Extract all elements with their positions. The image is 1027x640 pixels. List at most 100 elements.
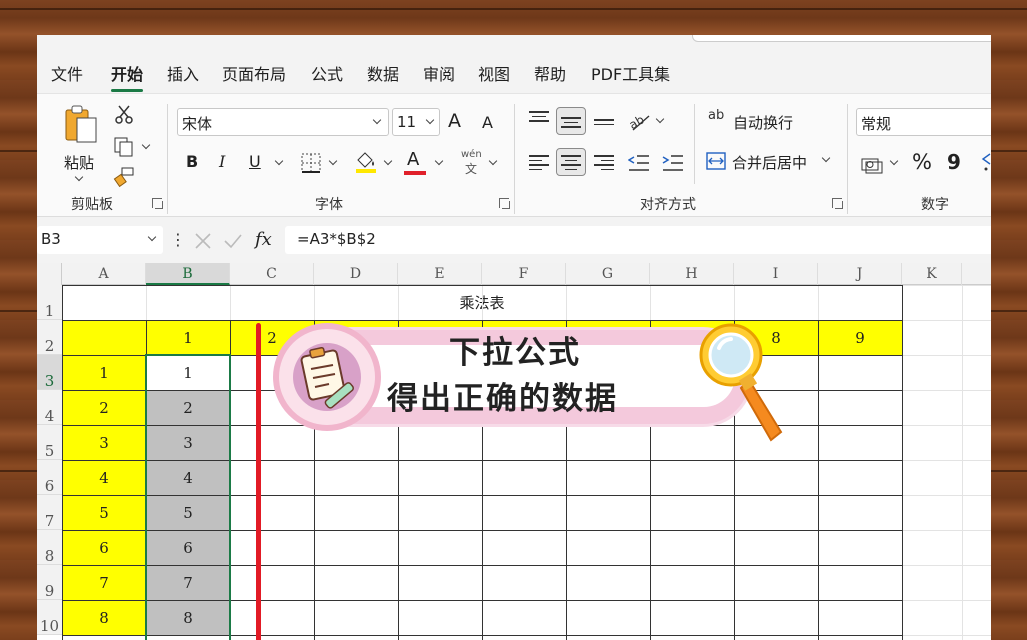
- comma-style-button[interactable]: 9: [947, 150, 961, 174]
- italic-button[interactable]: I: [219, 152, 225, 171]
- cancel-icon[interactable]: [194, 232, 212, 250]
- font-name-select[interactable]: 宋体: [177, 108, 389, 136]
- merge-center-button[interactable]: 合并后居中: [706, 150, 836, 176]
- sheet-grid[interactable]: ABCDEFGHIJK 12345678910 乘法表1234567891122…: [37, 263, 991, 640]
- align-left-icon[interactable]: [529, 152, 549, 173]
- chevron-down-icon[interactable]: [274, 156, 284, 166]
- row-header-7[interactable]: 7: [37, 495, 62, 530]
- row-header-10[interactable]: 10: [37, 600, 62, 635]
- more-options-icon[interactable]: ⋮: [170, 230, 186, 249]
- dialog-launcher-icon[interactable]: [152, 198, 163, 209]
- column-header-a[interactable]: A: [62, 263, 146, 285]
- menu-view[interactable]: 视图: [478, 61, 510, 85]
- name-box[interactable]: B3: [37, 226, 163, 254]
- row-header-6[interactable]: 6: [37, 460, 62, 495]
- shrink-font-button[interactable]: A: [482, 113, 493, 132]
- chevron-down-icon: [372, 115, 382, 125]
- chevron-down-icon[interactable]: [328, 156, 338, 166]
- decimal-icon[interactable]: [980, 152, 991, 172]
- chevron-down-icon[interactable]: [141, 140, 151, 150]
- column-header-h[interactable]: H: [650, 263, 734, 285]
- number-group-label: 数字: [921, 197, 949, 213]
- multiplier-cell[interactable]: 5: [62, 495, 146, 530]
- row-header-1[interactable]: 1: [37, 285, 62, 320]
- increase-indent-icon[interactable]: [662, 153, 684, 173]
- menu-home[interactable]: 开始: [111, 61, 144, 92]
- menu-pdf-tools[interactable]: PDF工具集: [591, 61, 670, 85]
- header-row-cell[interactable]: [62, 320, 146, 355]
- column-header-j[interactable]: J: [818, 263, 902, 285]
- orientation-icon[interactable]: ab: [629, 110, 653, 132]
- select-all-corner[interactable]: [37, 263, 62, 285]
- multiplier-cell[interactable]: 1: [62, 355, 146, 390]
- chevron-down-icon[interactable]: [383, 156, 393, 166]
- row-header-2[interactable]: 2: [37, 320, 62, 355]
- menu-insert[interactable]: 插入: [167, 61, 199, 85]
- font-size-select[interactable]: 11: [392, 108, 440, 136]
- column-header-c[interactable]: C: [230, 263, 314, 285]
- multiplier-cell[interactable]: 4: [62, 460, 146, 495]
- table-border: [818, 320, 819, 640]
- menu-review[interactable]: 审阅: [423, 61, 455, 85]
- menu-formulas[interactable]: 公式: [311, 61, 343, 85]
- menu-data[interactable]: 数据: [367, 61, 399, 85]
- column-header-i[interactable]: I: [734, 263, 818, 285]
- menu-help[interactable]: 帮助: [534, 61, 566, 85]
- wrap-text-button[interactable]: ab 自动换行: [708, 108, 828, 136]
- chevron-down-icon[interactable]: [488, 156, 498, 166]
- multiplier-cell[interactable]: 8: [62, 600, 146, 635]
- number-format-select[interactable]: 常规: [856, 108, 991, 136]
- header-row-cell[interactable]: 1: [146, 320, 230, 355]
- column-header-k[interactable]: K: [902, 263, 962, 285]
- header-row-cell[interactable]: 9: [818, 320, 902, 355]
- row-header-9[interactable]: 9: [37, 565, 62, 600]
- dialog-launcher-icon[interactable]: [832, 198, 843, 209]
- insert-function-icon[interactable]: fx: [255, 229, 272, 250]
- row-header-5[interactable]: 5: [37, 425, 62, 460]
- multiplier-cell[interactable]: 2: [62, 390, 146, 425]
- fill-color-icon[interactable]: [354, 150, 378, 174]
- enter-icon[interactable]: [223, 232, 243, 250]
- cut-icon[interactable]: [115, 104, 133, 124]
- row-header-8[interactable]: 8: [37, 530, 62, 565]
- table-border: [62, 285, 902, 286]
- borders-icon[interactable]: [301, 153, 321, 173]
- font-color-button[interactable]: A: [407, 149, 419, 170]
- formula-input[interactable]: =A3*$B$2: [285, 226, 991, 254]
- paste-button[interactable]: 粘贴: [59, 102, 101, 182]
- align-top-icon[interactable]: [529, 108, 549, 125]
- bold-button[interactable]: B: [186, 152, 198, 171]
- align-bottom-icon[interactable]: [594, 116, 614, 128]
- row-header-4[interactable]: 4: [37, 390, 62, 425]
- menu-file[interactable]: 文件: [51, 61, 83, 85]
- format-painter-icon[interactable]: [113, 166, 135, 188]
- underline-button[interactable]: U: [249, 152, 261, 171]
- divider: [694, 104, 695, 184]
- align-middle-button[interactable]: [556, 107, 586, 135]
- chevron-down-icon[interactable]: [655, 114, 665, 124]
- grow-font-button[interactable]: A: [448, 110, 461, 132]
- decrease-indent-icon[interactable]: [628, 153, 650, 173]
- dialog-launcher-icon[interactable]: [499, 198, 510, 209]
- align-right-icon[interactable]: [594, 152, 614, 173]
- accounting-format-icon[interactable]: [861, 156, 883, 174]
- row-header-3[interactable]: 3: [37, 355, 62, 390]
- chevron-down-icon[interactable]: [889, 156, 899, 166]
- copy-icon[interactable]: [113, 136, 135, 158]
- chevron-down-icon[interactable]: [434, 156, 444, 166]
- column-header-g[interactable]: G: [566, 263, 650, 285]
- column-header-d[interactable]: D: [314, 263, 398, 285]
- multiplier-cell[interactable]: 3: [62, 425, 146, 460]
- multiplier-cell[interactable]: 7: [62, 565, 146, 600]
- align-center-button[interactable]: [556, 148, 586, 176]
- column-header-b[interactable]: B: [146, 263, 230, 285]
- column-header-e[interactable]: E: [398, 263, 482, 285]
- title-search-box[interactable]: [692, 35, 991, 42]
- percent-style-button[interactable]: %: [912, 150, 932, 174]
- phonetic-top[interactable]: wén: [461, 149, 482, 160]
- gridline: [962, 285, 963, 640]
- multiplier-cell[interactable]: 6: [62, 530, 146, 565]
- menu-page-layout[interactable]: 页面布局: [222, 61, 286, 85]
- phonetic-bottom[interactable]: 文: [465, 160, 477, 177]
- column-header-f[interactable]: F: [482, 263, 566, 285]
